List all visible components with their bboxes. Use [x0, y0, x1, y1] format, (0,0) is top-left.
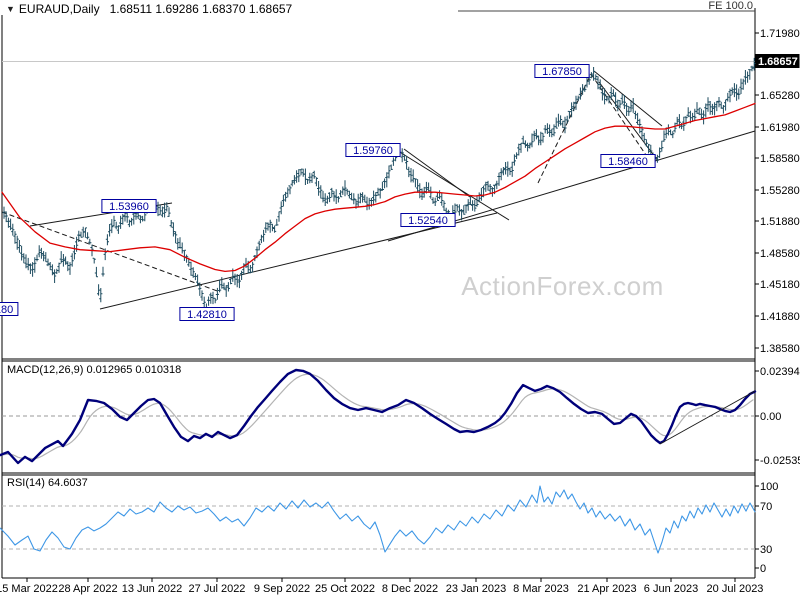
chart-canvas: 1.53960 1.42810 1.59760 1.52540 1.67850 1.584…: [0, 8, 800, 595]
date-label: 25 Oct 2022: [315, 583, 375, 595]
macd-axis-label: 0.023946: [760, 366, 800, 378]
price-tag-label: 1.52540: [408, 215, 448, 227]
date-label: 13 Jun 2022: [122, 583, 183, 595]
date-label: 6 Jun 2023: [644, 583, 698, 595]
fib-expansion-label: FE 100.0: [708, 0, 753, 12]
ohlc-values: 1.68511 1.69286 1.68370 1.68657: [109, 2, 293, 16]
date-label: 27 Jul 2022: [189, 583, 246, 595]
price-axis-label: 1.48580: [760, 248, 800, 260]
date-label: 8 Mar 2023: [513, 583, 569, 595]
date-label: 20 Jul 2023: [707, 583, 764, 595]
price-tag-label: 1.67850: [542, 66, 582, 78]
price-axis-label: 1.38580: [760, 343, 800, 355]
trendline: [598, 81, 659, 162]
watermark: ActionForex.com: [461, 271, 664, 301]
date-label: 8 Dec 2022: [382, 583, 438, 595]
trendline: [590, 73, 649, 159]
price-tag-label: 1.59760: [353, 145, 393, 157]
macd-indicator-label: MACD(12,26,9) 0.012965 0.010318: [7, 364, 182, 376]
price-axis-label: 1.51880: [760, 216, 800, 228]
trendline: [99, 212, 498, 310]
collapse-chart-icon[interactable]: ▼: [6, 4, 15, 14]
rsi-axis-label: 70: [760, 501, 772, 513]
price-tag-label: 1.42810: [187, 309, 227, 321]
forex-chart-window: 1.53960 1.42810 1.59760 1.52540 1.67850 1.584…: [0, 0, 800, 600]
date-label: 15 Mar 2022: [0, 583, 58, 595]
chart-title: ▼ EURAUD,Daily 1.68511 1.69286 1.68370 1.6…: [6, 2, 292, 16]
date-label: 28 Apr 2022: [58, 583, 117, 595]
price-axis-label: 1.58580: [760, 153, 800, 165]
price-axis-label: 1.71980: [760, 28, 800, 40]
price-axis-label: 1.61980: [760, 122, 800, 134]
trendline: [403, 148, 471, 198]
rsi-axis-label: 100: [760, 481, 778, 493]
price-tag-label: 1.58460: [608, 156, 648, 168]
current-price-tag-label: 1.68657: [758, 56, 798, 68]
rsi-axis-label: 0: [760, 563, 766, 575]
date-label: 21 Apr 2023: [577, 583, 636, 595]
price-axis-label: 1.65280: [760, 90, 800, 102]
price-tag-label: 180: [0, 304, 13, 316]
rsi-indicator-label: RSI(14) 64.6037: [7, 477, 88, 489]
macd-axis-label: -0.025354: [760, 455, 800, 467]
symbol-timeframe-label: EURAUD,Daily: [18, 2, 100, 16]
rsi-axis-label: 30: [760, 544, 772, 556]
date-label: 23 Jan 2023: [446, 583, 507, 595]
price-axis-label: 1.45180: [760, 279, 800, 291]
date-label: 9 Sep 2022: [254, 583, 310, 595]
rsi-line: [0, 485, 756, 554]
price-axis-label: 1.41880: [760, 311, 800, 323]
price-tag-label: 1.53960: [109, 201, 149, 213]
macd-axis-label: 0.00: [760, 411, 781, 423]
price-axis-label: 1.55280: [760, 185, 800, 197]
